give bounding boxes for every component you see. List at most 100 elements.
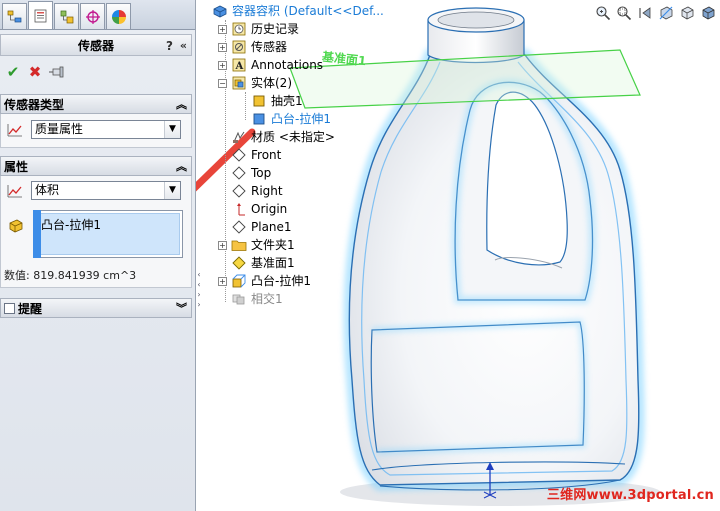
- zoom-area-icon: [617, 6, 632, 21]
- tree-root-label: 容器容积 (Default<<Def...: [232, 4, 384, 18]
- tree-item-datum-plane1[interactable]: 基准面1: [218, 254, 295, 272]
- help-icon[interactable]: ?: [166, 35, 173, 57]
- collapse-tree-icon[interactable]: −: [218, 78, 227, 88]
- tree-item-solid-bodies[interactable]: − 实体(2): [218, 74, 292, 92]
- tree-label: 历史记录: [251, 22, 300, 36]
- manager-tabbar: [0, 0, 195, 30]
- material-icon: [231, 130, 247, 144]
- expand-icon[interactable]: +: [218, 276, 227, 286]
- previous-view-icon: [639, 7, 651, 19]
- feature-manager-tree: 容器容积 (Default<<Def... + 历史记录 + 传感器 + A A…: [200, 0, 400, 320]
- tree-root-part[interactable]: 容器容积 (Default<<Def...: [212, 2, 384, 20]
- selection-listbox[interactable]: 凸台-拉伸1: [33, 210, 183, 258]
- expand-icon[interactable]: +: [218, 60, 227, 70]
- chevron-down-icon[interactable]: ︾: [176, 299, 187, 319]
- section-view-button[interactable]: [656, 4, 676, 22]
- dropdown-arrow-icon[interactable]: ▼: [164, 182, 180, 199]
- heads-up-view-toolbar: [593, 4, 718, 22]
- view-orientation-button[interactable]: [677, 4, 697, 22]
- property-value: 体积: [35, 183, 60, 197]
- tree-label: Plane1: [251, 220, 292, 234]
- svg-text:A: A: [235, 61, 244, 72]
- configuration-icon: [60, 10, 73, 23]
- property-select[interactable]: 体积 ▼: [31, 181, 181, 200]
- collapse-icon[interactable]: «: [180, 35, 187, 57]
- configuration-manager-tab[interactable]: [54, 3, 79, 29]
- expand-icon[interactable]: +: [218, 42, 227, 52]
- alert-group-header[interactable]: 提醒 ︾: [0, 298, 192, 318]
- tree-label: 凸台-拉伸1: [271, 112, 331, 126]
- properties-group: 体积 ▼ 凸台-拉伸1 数值: 819.841939 cm^3: [0, 176, 192, 288]
- display-style-button[interactable]: [698, 4, 718, 22]
- color-wheel-icon: [111, 9, 126, 24]
- close-icon: ✖: [28, 63, 42, 81]
- property-sheet-icon: [34, 9, 46, 22]
- tree-item-material[interactable]: 材质 <未指定>: [218, 128, 335, 146]
- display-manager-tab[interactable]: [106, 3, 131, 29]
- property-manager-title: 传感器 ? «: [0, 34, 192, 56]
- check-icon: ✔: [6, 63, 20, 81]
- tree-item-top-plane[interactable]: Top: [218, 164, 271, 182]
- ok-button[interactable]: ✔: [2, 61, 24, 83]
- tree-item-front-plane[interactable]: Front: [218, 146, 281, 164]
- action-buttons: ✔ ✖: [0, 60, 68, 84]
- tree-item-intersect1[interactable]: 相交1: [218, 290, 283, 308]
- feature-manager-tab[interactable]: [2, 3, 27, 29]
- chevron-up-icon[interactable]: ︽: [176, 95, 187, 115]
- pin-icon: [49, 66, 64, 78]
- tree-item-sensors[interactable]: + 传感器: [218, 38, 287, 56]
- sensor-graph-icon: [5, 121, 27, 139]
- history-icon: [231, 22, 247, 36]
- previous-view-button[interactable]: [635, 4, 655, 22]
- properties-header: 属性: [4, 160, 29, 174]
- sensor-type-group-header[interactable]: 传感器类型 ︽: [0, 94, 192, 114]
- tree-label: 相交1: [251, 292, 283, 306]
- origin-icon: [231, 202, 247, 216]
- tree-item-extrude-body[interactable]: 凸台-拉伸1: [238, 110, 331, 128]
- tree-item-history[interactable]: + 历史记录: [218, 20, 299, 38]
- tree-item-plane1[interactable]: Plane1: [218, 218, 292, 236]
- tree-item-extrude-feature[interactable]: + 凸台-拉伸1: [218, 272, 311, 290]
- tree-item-right-plane[interactable]: Right: [218, 182, 283, 200]
- sensor-icon: [231, 40, 247, 54]
- dropdown-arrow-icon[interactable]: ▼: [164, 121, 180, 138]
- sensor-title: 传感器: [77, 39, 114, 53]
- tree-label: 实体(2): [251, 76, 292, 90]
- part-icon: [212, 4, 228, 18]
- dimxpert-manager-tab[interactable]: [80, 3, 105, 29]
- tree-item-annotations[interactable]: + A Annotations: [218, 56, 323, 74]
- selected-body-label: 凸台-拉伸1: [41, 218, 101, 232]
- cancel-button[interactable]: ✖: [24, 61, 46, 83]
- crosshair-icon: [85, 9, 100, 24]
- property-manager-panel: 传感器 ? « ✔ ✖ 传感器类型 ︽ 质量属性 ▼ 属性 ︽ 体积 ▼ 凸台-…: [0, 0, 196, 511]
- datum-plane-icon: [231, 256, 247, 270]
- tree-item-folder1[interactable]: + 文件夹1: [218, 236, 295, 254]
- expand-icon[interactable]: +: [218, 240, 227, 250]
- solid-bodies-icon: [231, 76, 247, 90]
- annotations-icon: A: [231, 58, 247, 72]
- alert-checkbox[interactable]: [4, 303, 15, 314]
- display-style-icon: [702, 6, 715, 20]
- tree-label: 抽壳1: [271, 94, 303, 108]
- zoom-to-area-button[interactable]: [614, 4, 634, 22]
- tree-item-origin[interactable]: Origin: [218, 200, 287, 218]
- sensor-type-select[interactable]: 质量属性 ▼: [31, 120, 181, 139]
- sensor-type-group: 质量属性 ▼: [0, 114, 192, 148]
- sensor-type-value: 质量属性: [35, 122, 84, 136]
- tree-label: 传感器: [251, 40, 288, 54]
- chevron-up-icon[interactable]: ︽: [176, 157, 187, 177]
- properties-group-header[interactable]: 属性 ︽: [0, 156, 192, 176]
- tree-label: 材质 <未指定>: [251, 130, 335, 144]
- feature-tree-icon: [7, 10, 21, 22]
- property-manager-tab[interactable]: [28, 1, 53, 29]
- pin-button[interactable]: [46, 61, 68, 83]
- section-view-icon: [659, 6, 673, 20]
- zoom-to-fit-button[interactable]: [593, 4, 613, 22]
- zoom-fit-icon: [596, 6, 611, 21]
- mass-value-text: 数值: 819.841939 cm^3: [4, 269, 137, 282]
- tree-item-shell-body[interactable]: 抽壳1: [238, 92, 303, 110]
- selected-body-item[interactable]: 凸台-拉伸1: [36, 213, 180, 255]
- tree-label: 凸台-拉伸1: [251, 274, 311, 288]
- sensor-type-row: 质量属性 ▼: [5, 120, 181, 139]
- expand-icon[interactable]: +: [218, 24, 227, 34]
